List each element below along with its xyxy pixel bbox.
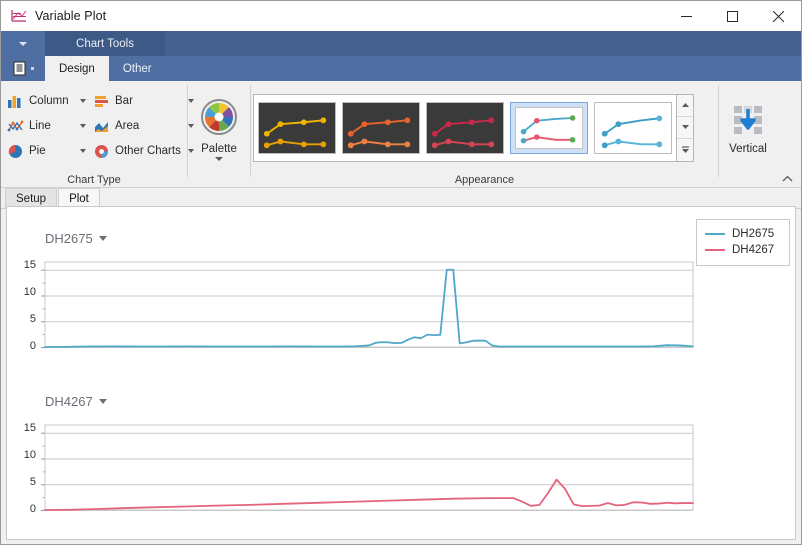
chart-type-pie-label: Pie <box>29 145 46 157</box>
legend-swatch-dh2675 <box>705 233 725 235</box>
chart-type-area-label: Area <box>115 120 139 132</box>
chevron-down-icon[interactable] <box>80 99 86 103</box>
ribbon-group-palette-label <box>188 171 250 188</box>
chart-type-other[interactable]: Other Charts <box>91 139 199 164</box>
scroll-down-icon[interactable] <box>677 117 693 139</box>
appearance-gallery <box>253 94 677 162</box>
legend: DH2675 DH4267 <box>696 219 790 266</box>
chart-type-line-label: Line <box>29 120 51 132</box>
minimize-button[interactable] <box>663 1 709 31</box>
ribbon-group-appearance-label: Appearance <box>251 171 718 188</box>
appearance-theme-dark-yellow[interactable] <box>258 102 336 154</box>
tab-design[interactable]: Design <box>45 56 109 81</box>
ribbon-group-chart-type: Column Bar <box>1 81 187 188</box>
legend-label-dh2675: DH2675 <box>732 228 774 240</box>
chart-type-other-label: Other Charts <box>115 145 181 157</box>
bar-chart-icon <box>93 93 110 110</box>
quick-access-toolbar[interactable] <box>1 31 45 56</box>
menu-list-icon <box>13 61 28 76</box>
title-bar: Variable Plot <box>1 1 801 31</box>
ribbon-group-orientation: Vertical <box>719 81 777 188</box>
gallery-scrollbar[interactable] <box>677 94 694 162</box>
palette-button[interactable]: Palette <box>194 92 244 161</box>
legend-entry-dh2675: DH2675 <box>705 226 780 242</box>
palette-wheel-icon <box>200 98 238 141</box>
contextual-tab-title: Chart Tools <box>45 31 165 56</box>
other-charts-icon <box>93 143 110 160</box>
chart-panel-dh4267: DH4267 15 10 5 0 <box>7 372 796 540</box>
chevron-down-icon[interactable] <box>215 157 223 161</box>
plot-canvas: DH2675 15 10 5 0 DH2675 DH4267 <box>6 206 796 540</box>
ribbon-group-palette: Palette <box>188 81 250 188</box>
ribbon-group-orientation-label <box>719 171 777 188</box>
variable-plot-icon <box>10 8 28 24</box>
column-chart-icon <box>7 93 24 110</box>
ribbon-group-appearance: Appearance <box>251 81 718 188</box>
maximize-button[interactable] <box>709 1 755 31</box>
ribbon-body: Column Bar <box>1 81 801 188</box>
window-title: Variable Plot <box>35 9 106 23</box>
ribbon-collapse-button[interactable] <box>779 171 795 185</box>
chart-type-grid: Column Bar <box>1 89 199 164</box>
ribbon-group-chart-type-label: Chart Type <box>1 171 187 188</box>
application-menu-button[interactable] <box>1 56 45 81</box>
tab-other[interactable]: Other <box>109 56 166 81</box>
chart-type-area[interactable]: Area <box>91 114 199 139</box>
chart-panel-dh2675: DH2675 15 10 5 0 DH2675 DH4267 <box>7 207 796 372</box>
appearance-theme-light-blue[interactable] <box>594 102 672 154</box>
chevron-down-icon[interactable] <box>80 124 86 128</box>
variable-plot-window: Variable Plot Chart Tools D <box>0 0 802 545</box>
palette-button-label: Palette <box>201 143 237 155</box>
vertical-orientation-label: Vertical <box>729 143 767 155</box>
chart-type-bar-label: Bar <box>115 95 133 107</box>
scroll-up-icon[interactable] <box>677 95 693 117</box>
chart-type-column[interactable]: Column <box>5 89 91 114</box>
vertical-orientation-icon <box>733 105 763 140</box>
vertical-orientation-button[interactable]: Vertical <box>725 97 771 155</box>
line-chart-icon <box>7 118 24 135</box>
chevron-down-icon <box>19 42 27 46</box>
legend-entry-dh4267: DH4267 <box>705 242 780 258</box>
plot-area-dh4267[interactable] <box>7 372 796 540</box>
appearance-theme-dark-red[interactable] <box>426 102 504 154</box>
chart-type-line[interactable]: Line <box>5 114 91 139</box>
chart-type-bar[interactable]: Bar <box>91 89 199 114</box>
chart-type-pie[interactable]: Pie <box>5 139 91 164</box>
ribbon-tab-row: Design Other <box>1 56 801 81</box>
close-button[interactable] <box>755 1 801 31</box>
ribbon-contextual-row: Chart Tools <box>1 31 801 56</box>
pie-chart-icon <box>7 143 24 160</box>
window-controls <box>663 1 801 31</box>
legend-label-dh4267: DH4267 <box>732 244 774 256</box>
appearance-theme-light-multi[interactable] <box>510 102 588 154</box>
legend-swatch-dh4267 <box>705 249 725 251</box>
appearance-theme-dark-orange[interactable] <box>342 102 420 154</box>
doc-tab-setup[interactable]: Setup <box>5 188 57 208</box>
chevron-down-icon[interactable] <box>80 149 86 153</box>
area-chart-icon <box>93 118 110 135</box>
chart-type-column-label: Column <box>29 95 69 107</box>
plot-area-dh2675[interactable] <box>7 207 796 372</box>
scroll-more-icon[interactable] <box>677 139 693 160</box>
chevron-up-icon <box>782 175 793 182</box>
